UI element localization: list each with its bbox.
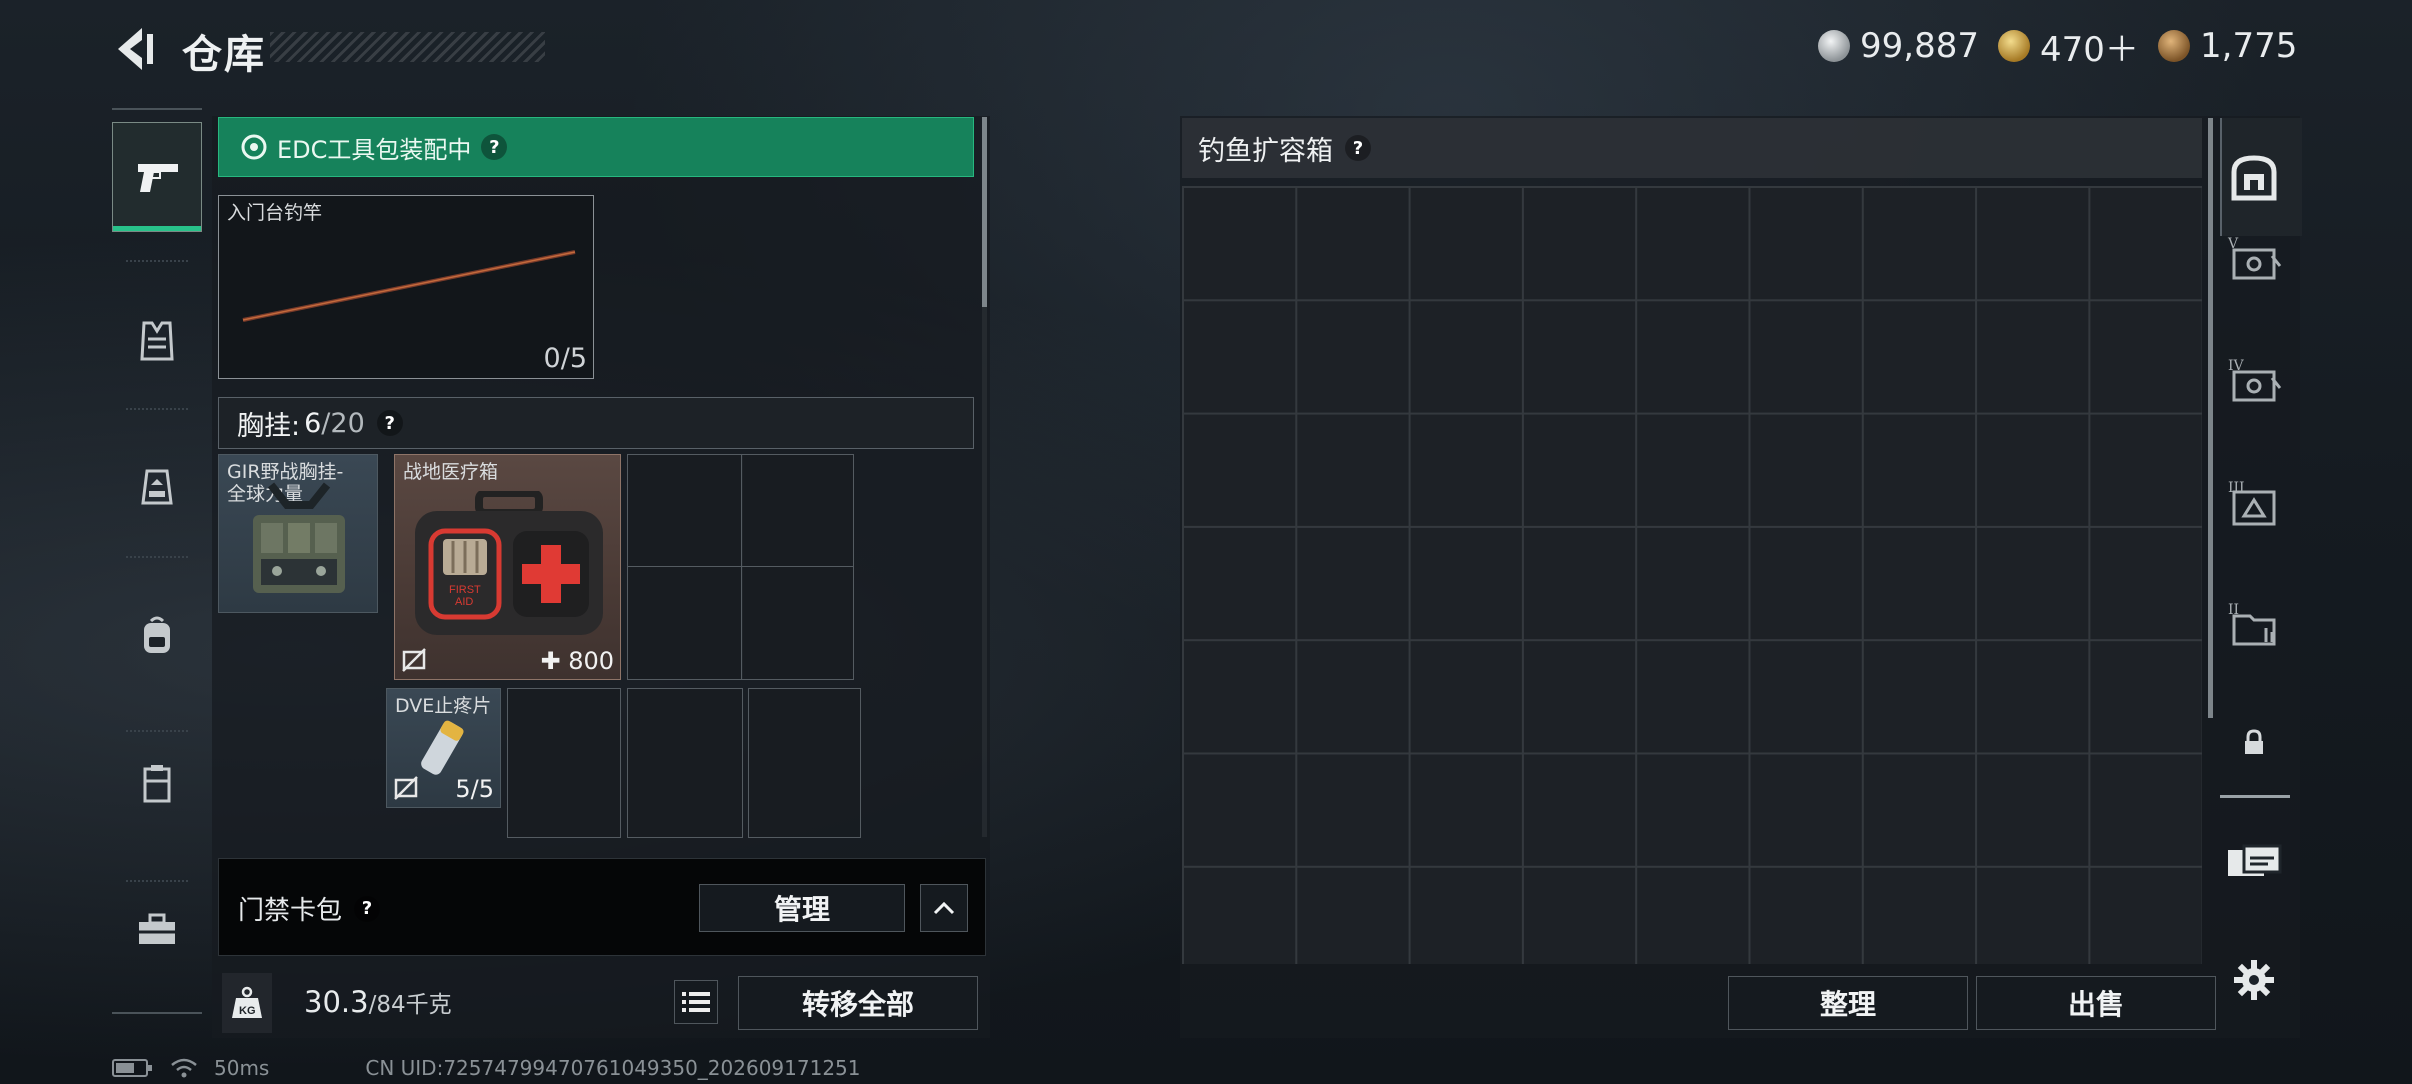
- lock-icon: [2245, 729, 2263, 754]
- edc-status-text: EDC工具包装配中: [277, 135, 472, 164]
- manage-button[interactable]: 管理: [699, 884, 905, 932]
- rig-slot[interactable]: [627, 566, 743, 680]
- container-ii-icon: II: [2228, 602, 2276, 646]
- pistol-icon: [138, 164, 178, 192]
- rig-slot[interactable]: [627, 688, 743, 838]
- silver-coin-icon: [1818, 30, 1850, 62]
- selector-tickets[interactable]: [2224, 832, 2284, 892]
- no-insurance-icon: [394, 776, 418, 800]
- transfer-all-button[interactable]: 转移全部: [738, 976, 978, 1030]
- gear-icon: [2234, 960, 2274, 1000]
- currency-bronze: 1,775: [2158, 26, 2297, 66]
- rig-slot[interactable]: [748, 688, 861, 838]
- chest-rig-image: [253, 482, 345, 593]
- chest-rig-label: 胸挂:: [237, 410, 301, 442]
- keycard-label: 门禁卡包: [238, 896, 343, 926]
- first-aid-kit-item[interactable]: 战地医疗箱 FIRST AID ✚ 800: [394, 454, 621, 680]
- rig-slot[interactable]: [627, 454, 743, 567]
- list-icon: [682, 992, 710, 1012]
- currency-silver: 99,887: [1818, 26, 1979, 66]
- nav-weapon[interactable]: [112, 122, 202, 232]
- uid-text: CN UID:72574799470761049350_202609171251: [365, 1056, 861, 1080]
- chest-rig-item[interactable]: GIR野战胸挂-全球力量: [218, 454, 378, 613]
- container-iii-icon: III: [2228, 480, 2276, 526]
- container-header: 钓鱼扩容箱 ?: [1182, 118, 2202, 178]
- svg-text:KG: KG: [239, 1005, 256, 1017]
- painkiller-count: 5/5: [455, 775, 494, 803]
- first-aid-print-2: AID: [455, 596, 473, 608]
- settings-button[interactable]: [2224, 950, 2284, 1010]
- help-icon[interactable]: ?: [1345, 135, 1371, 161]
- svg-text:III: III: [2228, 480, 2245, 496]
- collapse-button[interactable]: [920, 884, 968, 932]
- fishing-rod-slot[interactable]: 入门台钓竿 0/5: [218, 195, 594, 379]
- container-title: 钓鱼扩容箱: [1198, 135, 1333, 167]
- tickets-icon: [2228, 844, 2282, 876]
- chest-rig-header: 胸挂: 6/20 ?: [218, 397, 974, 449]
- selector-safe[interactable]: [2224, 148, 2284, 208]
- status-footer: 50ms CN UID:72574799470761049350_2026091…: [112, 1056, 861, 1080]
- rig-slot[interactable]: [507, 688, 621, 838]
- currency-gold[interactable]: 470＋: [1998, 26, 2139, 70]
- fishing-rod-image: [242, 250, 576, 322]
- weight-readout: 30.3/84千克: [304, 985, 452, 1019]
- chest-rig-icon: [141, 469, 173, 505]
- page-title: 仓库: [182, 32, 266, 78]
- sell-button[interactable]: 出售: [1976, 976, 2216, 1030]
- nav-toolbox[interactable]: [112, 874, 202, 984]
- medkit-name: 战地医疗箱: [403, 461, 499, 483]
- container-grid[interactable]: [1182, 186, 2202, 964]
- first-aid-print-1: FIRST: [449, 584, 481, 596]
- nav-armor[interactable]: [112, 286, 202, 396]
- container-v-icon: V: [2227, 236, 2282, 280]
- help-icon[interactable]: ?: [481, 134, 508, 160]
- safe-box-icon: [2231, 155, 2277, 201]
- armor-vest-icon: [140, 321, 174, 361]
- selector-container-iii[interactable]: III: [2224, 472, 2284, 532]
- weight-indicator: KG: [222, 973, 272, 1033]
- nav-backpack[interactable]: [112, 580, 202, 690]
- medkit-durability: ✚ 800: [540, 647, 614, 675]
- rod-name: 入门台钓竿: [227, 202, 323, 224]
- inventory-scrollbar[interactable]: [982, 117, 987, 307]
- selector-container-iv[interactable]: IV: [2224, 350, 2284, 410]
- back-arrow-icon: [118, 28, 153, 70]
- backpack-icon: [144, 616, 170, 653]
- help-icon[interactable]: ?: [376, 410, 403, 436]
- list-view-button[interactable]: [674, 980, 718, 1024]
- weight-kg-icon: KG: [232, 986, 262, 1018]
- ping-text: 50ms: [214, 1056, 270, 1080]
- sort-button[interactable]: 整理: [1728, 976, 1968, 1030]
- help-icon[interactable]: ?: [354, 895, 381, 922]
- selector-container-v[interactable]: V: [2224, 228, 2284, 288]
- chevron-up-icon: [933, 901, 955, 915]
- rod-count: 0/5: [543, 343, 587, 374]
- first-aid-kit-image: FIRST AID: [415, 491, 603, 635]
- container-scrollbar[interactable]: [2208, 118, 2213, 718]
- chest-rig-capacity: /20: [321, 407, 365, 439]
- title-decoration: [270, 32, 545, 62]
- bronze-coin-icon: [2158, 30, 2190, 62]
- rig-slot[interactable]: [741, 454, 854, 567]
- selector-container-ii[interactable]: II: [2224, 594, 2284, 654]
- nav-container[interactable]: [112, 728, 202, 838]
- no-insurance-icon: [402, 648, 426, 672]
- gold-triangle-coin-icon: [1998, 30, 2030, 62]
- painkiller-item[interactable]: DVE止疼片 5/5: [386, 688, 501, 808]
- edc-status-bar[interactable]: EDC工具包装配中 ?: [218, 117, 974, 177]
- rig-slot[interactable]: [741, 566, 854, 680]
- toolbox-icon: [139, 913, 175, 944]
- gear-icon: [241, 134, 267, 160]
- battery-icon: [112, 1059, 152, 1077]
- wifi-icon: [171, 1058, 197, 1078]
- category-nav: [112, 108, 202, 1014]
- container-iv-icon: IV: [2228, 358, 2282, 402]
- container-case-icon: [143, 765, 171, 803]
- painkiller-image: [421, 720, 464, 775]
- keycard-label-group: 门禁卡包 ?: [238, 890, 381, 927]
- selector-locked[interactable]: [2224, 712, 2284, 772]
- back-button[interactable]: [112, 24, 158, 74]
- chest-rig-used: 6: [304, 407, 322, 439]
- nav-chest-rig[interactable]: [112, 432, 202, 542]
